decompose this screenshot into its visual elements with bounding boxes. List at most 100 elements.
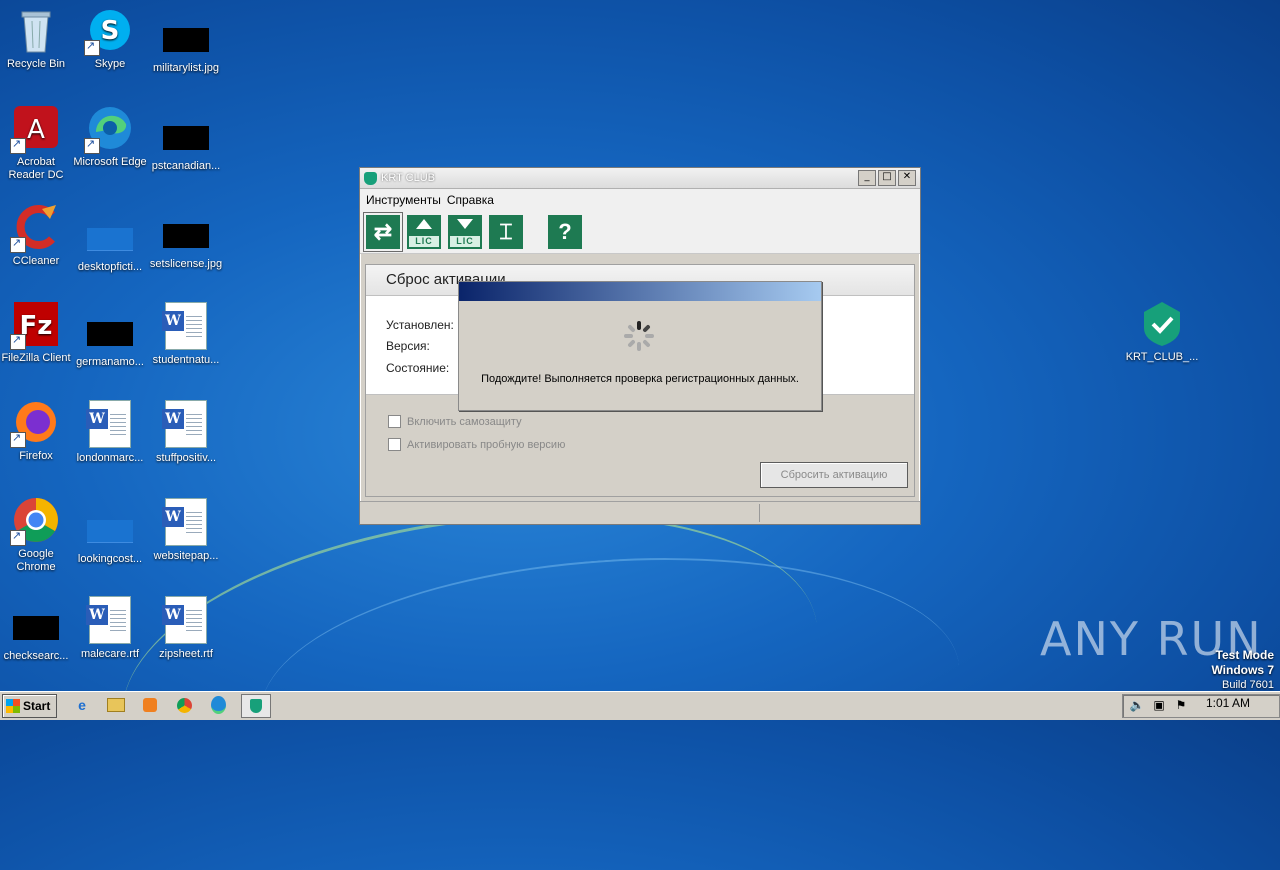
desktop-icon-label: pstcanadian...: [151, 160, 221, 172]
desktop-icon-word-doc[interactable]: W stuffpositiv...: [148, 400, 224, 465]
desktop-icon-file[interactable]: desktopficti...: [72, 214, 148, 274]
shortcut-arrow-icon: [10, 333, 26, 350]
word-document-icon: W: [162, 302, 207, 350]
desktop-icon-label: setslicense.jpg: [149, 258, 223, 270]
trial-version-checkbox[interactable]: Активировать пробную версию: [388, 438, 565, 451]
desktop-icon-recycle-bin[interactable]: Recycle Bin: [0, 6, 74, 71]
firefox-icon: [10, 398, 60, 448]
desktop-icon-word-doc[interactable]: W malecare.rtf: [72, 596, 148, 661]
status-separator: [759, 504, 760, 522]
checkbox-box: [388, 438, 401, 451]
desktop-icon-ccleaner[interactable]: CCleaner: [0, 203, 74, 268]
desktop-icon-filezilla[interactable]: Fz FileZilla Client: [0, 300, 74, 365]
quick-launch: e: [71, 694, 283, 718]
maximize-button[interactable]: □: [878, 170, 896, 186]
close-button[interactable]: ✕: [898, 170, 916, 186]
volume-icon[interactable]: 🔈: [1129, 698, 1145, 714]
desktop-icon-label: germanamo...: [76, 356, 144, 368]
shortcut-arrow-icon: [10, 431, 26, 448]
shortcut-arrow-icon: [10, 236, 26, 253]
image-thumbnail-icon: [163, 126, 209, 150]
desktop-icon-edge[interactable]: Microsoft Edge: [72, 104, 148, 169]
image-thumbnail-icon: [87, 520, 133, 543]
explorer-folder-icon[interactable]: [105, 694, 127, 716]
desktop-icon-file[interactable]: lookingcost...: [72, 506, 148, 566]
progress-dialog: Подождите! Выполняется проверка регистра…: [458, 281, 822, 411]
upload-license-tool[interactable]: LIC: [407, 215, 441, 249]
reset-activation-button[interactable]: Сбросить активацию: [760, 462, 908, 488]
desktop-icon-label: desktopficti...: [77, 261, 143, 273]
desktop-icon-label: checksearc...: [3, 650, 69, 662]
edge-taskbar-icon[interactable]: [207, 694, 229, 716]
krt-club-taskbar-button[interactable]: [241, 694, 271, 718]
word-document-icon: W: [162, 498, 207, 546]
menu-help[interactable]: Справка: [447, 193, 494, 207]
image-thumbnail-icon: [87, 322, 133, 346]
desktop-icon-acrobat[interactable]: A Acrobat Reader DC: [0, 104, 74, 182]
edge-icon: [84, 104, 134, 154]
image-thumbnail-icon: [87, 228, 133, 251]
desktop-icon-label: CCleaner: [12, 255, 60, 267]
internet-explorer-icon[interactable]: e: [71, 694, 93, 716]
dialog-message: Подождите! Выполняется проверка регистра…: [481, 373, 799, 385]
desktop-icon-word-doc[interactable]: W studentnatu...: [148, 302, 224, 367]
desktop-icon-skype[interactable]: S Skype: [72, 6, 148, 71]
status-label: Состояние:: [386, 361, 450, 375]
dialog-titlebar: [459, 282, 821, 301]
desktop-icon-word-doc[interactable]: W londonmarc...: [72, 400, 148, 465]
desktop-icon-label: malecare.rtf: [80, 648, 140, 660]
loading-spinner-icon: [624, 321, 654, 351]
desktop-icon-file[interactable]: pstcanadian...: [148, 114, 224, 173]
minimize-button[interactable]: _: [858, 170, 876, 186]
status-bar: [360, 501, 920, 524]
desktop-icon-file[interactable]: militarylist.jpg: [148, 16, 224, 75]
desktop-icon-file[interactable]: germanamo...: [72, 310, 148, 369]
shortcut-arrow-icon: [84, 137, 100, 154]
action-center-flag-icon[interactable]: ⚑: [1173, 698, 1189, 714]
filezilla-icon: Fz: [10, 300, 60, 350]
media-player-icon[interactable]: [139, 694, 161, 716]
desktop-icon-file[interactable]: checksearc...: [0, 604, 74, 663]
menu-tools[interactable]: Инструменты: [366, 193, 441, 207]
build-line: Build 7601: [1222, 679, 1274, 691]
self-protection-checkbox[interactable]: Включить самозащиту: [388, 415, 522, 428]
desktop-icon-krt-club[interactable]: KRT_CLUB_...: [1124, 300, 1200, 363]
word-document-icon: W: [162, 596, 207, 644]
desktop-icon-chrome[interactable]: Google Chrome: [0, 496, 74, 574]
desktop-icon-label: Google Chrome: [16, 548, 56, 573]
download-license-tool[interactable]: LIC: [448, 215, 482, 249]
test-mode-line: Test Mode: [1215, 648, 1274, 662]
start-button[interactable]: Start: [2, 694, 57, 718]
clean-tool[interactable]: ⌶: [489, 215, 523, 249]
word-document-icon: W: [86, 400, 131, 448]
acrobat-icon: A: [10, 104, 60, 154]
desktop-icon-firefox[interactable]: Firefox: [0, 398, 74, 463]
svg-text:S: S: [101, 16, 120, 46]
desktop-icon-label: Microsoft Edge: [73, 156, 147, 168]
reset-activation-tool[interactable]: ⇄: [363, 212, 403, 252]
window-titlebar[interactable]: KRT CLUB _ □ ✕: [360, 168, 920, 189]
arrow-up-icon: [416, 219, 432, 229]
desktop-icon-label: lookingcost...: [77, 553, 143, 565]
system-tray: 🔈 ▣ ⚑: [1122, 694, 1280, 718]
desktop-icon-word-doc[interactable]: W zipsheet.rtf: [148, 596, 224, 661]
chrome-taskbar-icon[interactable]: [173, 694, 195, 716]
desktop-icon-label: Recycle Bin: [6, 58, 66, 70]
window-title: KRT CLUB: [381, 172, 436, 184]
license-badge: LIC: [450, 236, 480, 247]
skype-icon: S: [84, 6, 134, 56]
toolbar: ⇄ LIC LIC ⌶ ?: [360, 211, 920, 254]
help-tool[interactable]: ?: [548, 215, 582, 249]
image-thumbnail-icon: [163, 28, 209, 52]
desktop-icon-label: Skype: [94, 58, 126, 70]
os-name-line: Windows 7: [1211, 663, 1274, 677]
desktop-icon-file[interactable]: setslicense.jpg: [148, 212, 224, 271]
desktop-icon-word-doc[interactable]: W websitepap...: [148, 498, 224, 563]
clock[interactable]: 1:01 AM: [1206, 696, 1250, 710]
network-icon[interactable]: ▣: [1151, 698, 1167, 714]
desktop-icon-label: studentnatu...: [152, 354, 220, 366]
question-icon: ?: [558, 219, 572, 244]
checkbox-label: Активировать пробную версию: [407, 438, 566, 451]
desktop-icon-label: zipsheet.rtf: [159, 648, 213, 660]
ccleaner-icon: [10, 203, 60, 253]
